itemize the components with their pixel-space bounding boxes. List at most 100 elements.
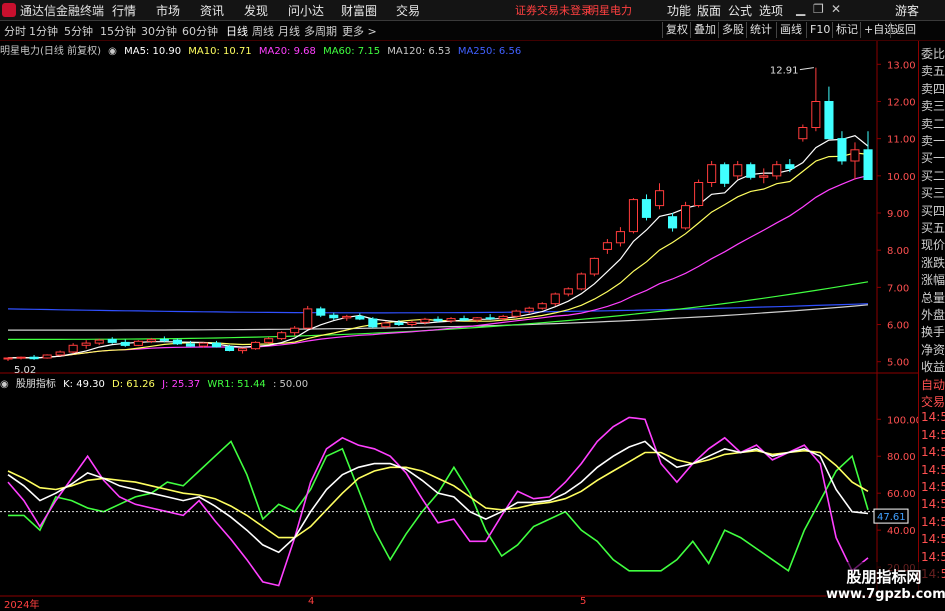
menu-function[interactable]: 功能 <box>667 2 691 19</box>
period-weekly[interactable]: 周线 <box>252 23 274 39</box>
price-tick-label: 11.00 <box>887 135 916 146</box>
candle-body <box>251 341 261 350</box>
indicator-lines <box>0 416 877 587</box>
multi-stock-button[interactable]: 多股 <box>718 22 747 38</box>
restore-icon[interactable]: ❐ <box>813 2 824 16</box>
menu-trade[interactable]: 交易 <box>396 2 420 19</box>
candle-body <box>641 199 652 218</box>
trade-tick-time: 14:56 <box>921 514 945 529</box>
period-monthly[interactable]: 月线 <box>278 23 300 39</box>
indicator-toggle-icon[interactable]: ◉ <box>0 379 9 390</box>
candle-body <box>498 315 508 320</box>
statistics-button[interactable]: 统计 <box>746 22 775 38</box>
ma250-line <box>7 303 869 314</box>
ma20-line <box>7 175 869 359</box>
candle-body <box>303 308 313 329</box>
quote-field-label: 卖二 <box>921 116 945 131</box>
adjust-button[interactable]: 复权 <box>662 22 691 38</box>
k-label: K: 49.30 <box>63 379 105 390</box>
menu-discover[interactable]: 发现 <box>244 2 268 19</box>
candle-body <box>681 205 691 229</box>
period-multi[interactable]: 多周期 <box>304 23 337 39</box>
login-warning[interactable]: 证券交易未登录 <box>515 2 592 18</box>
candle-body <box>225 346 235 351</box>
high-price-label: 12.91 <box>770 66 799 77</box>
candle-body <box>733 164 743 177</box>
period-more[interactable]: 更多 > <box>342 23 377 39</box>
price-tick-label: 10.00 <box>887 172 916 183</box>
trade-tick-time[interactable]: 交易 <box>921 393 945 410</box>
candle-body <box>342 315 352 319</box>
legend-toggle-icon[interactable]: ◉ <box>108 46 117 57</box>
price-tick-label: 5.00 <box>887 358 909 369</box>
indicator-tick-label: 40.00 <box>887 526 916 537</box>
quote-field-label: 卖五 <box>921 64 945 79</box>
candle-body <box>446 318 456 322</box>
period-1min[interactable]: 1分钟 <box>29 23 58 39</box>
trade-tick-time: 14:56 <box>921 480 945 494</box>
main-chart-legend: 明星电力(日线 前复权) ◉ MA5: 10.90 MA10: 10.71 MA… <box>0 42 525 57</box>
candle-body <box>433 318 443 322</box>
candle-body <box>42 354 52 359</box>
candle-body <box>759 175 769 178</box>
period-15min[interactable]: 15分钟 <box>100 23 136 39</box>
period-5min[interactable]: 5分钟 <box>64 23 93 39</box>
quote-field-label: 收益 <box>921 360 945 375</box>
candle-body <box>824 101 834 140</box>
candle-body <box>550 293 560 305</box>
trade-tick-time: 14:56 <box>921 445 945 460</box>
back-button[interactable]: 返回 <box>890 22 919 38</box>
period-60min[interactable]: 60分钟 <box>182 23 218 39</box>
candle-body <box>120 341 130 346</box>
price-tick-label: 6.00 <box>887 321 909 332</box>
menu-quotes[interactable]: 行情 <box>112 2 136 19</box>
trade-tick-time[interactable]: 自动 <box>921 376 945 393</box>
menu-ask[interactable]: 问小达 <box>288 2 324 19</box>
candle-body <box>3 357 13 360</box>
guest-label[interactable]: 游客 <box>895 2 919 19</box>
candle-body <box>785 164 795 169</box>
menu-wealth-circle[interactable]: 财富圈 <box>341 2 377 19</box>
mark-button[interactable]: 标记 <box>832 22 861 38</box>
candle-body <box>394 322 404 325</box>
chart-canvas[interactable]: 12.915.02 13.0012.0011.0010.009.008.007.… <box>0 41 918 597</box>
period-intraday[interactable]: 分时 <box>4 23 26 39</box>
quote-field-label: 买三 <box>921 186 945 201</box>
candle-body <box>668 216 678 229</box>
candle-body <box>238 348 248 352</box>
wr1-line <box>8 440 869 573</box>
menu-market[interactable]: 市场 <box>156 2 180 19</box>
indicator-title[interactable]: 股朋指标 <box>16 379 56 390</box>
draw-line-button[interactable]: 画线 <box>776 22 805 38</box>
period-daily[interactable]: 日线 <box>226 23 248 39</box>
chart-grid <box>0 41 918 597</box>
quote-field-label: 换手 <box>921 325 945 340</box>
quote-field-label: 外盘 <box>921 308 945 322</box>
period-toolbar: 分时 1分钟 5分钟 15分钟 30分钟 60分钟 日线 周线 月线 多周期 更… <box>0 21 945 41</box>
price-tick-label: 7.00 <box>887 283 909 294</box>
menu-news[interactable]: 资讯 <box>200 2 224 19</box>
f10-button[interactable]: F10 <box>806 22 833 38</box>
candle-body <box>746 164 756 178</box>
candle-body <box>211 342 221 348</box>
menu-layout[interactable]: 版面 <box>697 2 721 19</box>
price-tick-label: 9.00 <box>887 209 909 220</box>
overlay-button[interactable]: 叠加 <box>690 22 719 38</box>
stock-name-header: 明星电力 <box>588 4 632 17</box>
candle-body <box>537 303 547 309</box>
menu-formula[interactable]: 公式 <box>728 2 752 19</box>
quote-field-label: 涨幅 <box>921 273 945 288</box>
candle-body <box>407 321 417 325</box>
menu-options[interactable]: 选项 <box>759 2 783 19</box>
quote-field-label: 买二 <box>921 168 945 183</box>
period-30min[interactable]: 30分钟 <box>141 23 177 39</box>
candle-body <box>707 164 717 183</box>
candle-body <box>277 332 287 340</box>
watermark: 股朋指标网 www.7gpzb.com <box>826 562 945 608</box>
quote-field-label: 涨跌 <box>921 255 945 270</box>
minimize-icon[interactable]: ▁ <box>796 2 805 16</box>
j-line <box>7 416 869 587</box>
close-icon[interactable]: ✕ <box>831 2 841 16</box>
trade-tick-time: 14:56 <box>921 410 945 425</box>
date-axis-label: 5 <box>580 596 587 607</box>
